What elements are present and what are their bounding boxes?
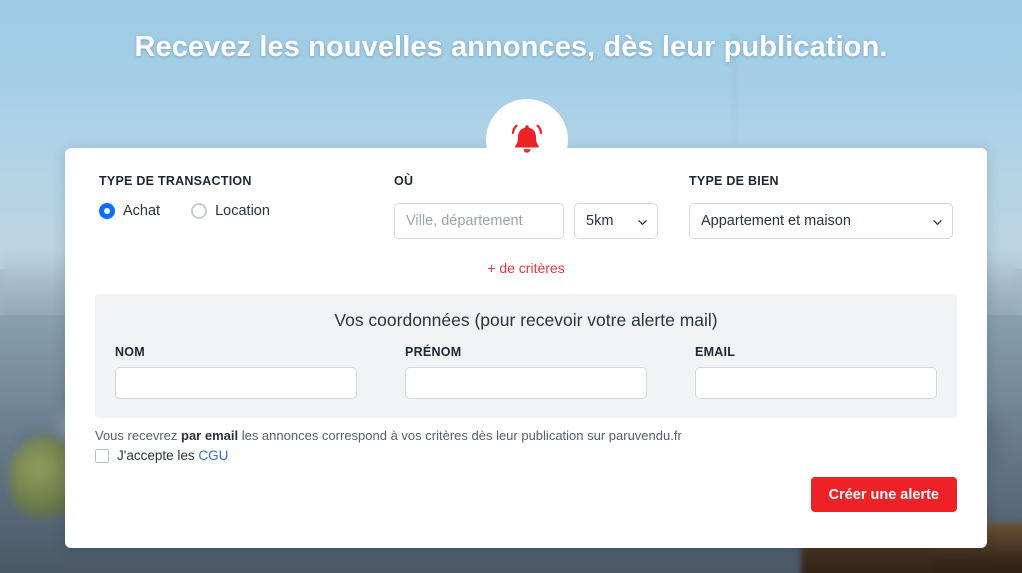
contact-field-email: EMAIL: [695, 345, 937, 399]
where-group: OÙ 5km: [394, 174, 689, 239]
property-type-label: TYPE DE BIEN: [689, 174, 779, 188]
legal-text: Vous recevrez par email les annonces cor…: [95, 428, 682, 443]
property-type-group: TYPE DE BIEN Appartement et maison: [689, 174, 953, 239]
transaction-type-label: TYPE DE TRANSACTION: [99, 174, 252, 188]
legal-bold: par email: [181, 428, 239, 443]
email-input[interactable]: [695, 367, 937, 399]
prenom-label: PRÉNOM: [405, 345, 462, 359]
legal-prefix: Vous recevrez: [95, 428, 181, 443]
criteria-row: TYPE DE TRANSACTION Achat Location OÙ 5k…: [99, 174, 953, 239]
radio-achat-icon[interactable]: [99, 203, 115, 219]
cgu-link[interactable]: CGU: [198, 448, 228, 463]
bell-icon: [505, 118, 549, 162]
radio-achat-label: Achat: [123, 203, 161, 219]
nom-label: NOM: [115, 345, 145, 359]
email-label: EMAIL: [695, 345, 736, 359]
transaction-radio-row: Achat Location: [99, 203, 394, 219]
alert-form-card: TYPE DE TRANSACTION Achat Location OÙ 5k…: [65, 148, 987, 548]
radio-location-icon[interactable]: [191, 203, 208, 219]
contact-panel: Vos coordonnées (pour recevoir votre ale…: [95, 294, 957, 418]
property-type-select-wrapper[interactable]: Appartement et maison: [689, 203, 953, 239]
contact-field-nom: NOM: [115, 345, 357, 399]
radius-select-wrapper[interactable]: 5km: [574, 203, 658, 239]
more-criteria-link[interactable]: + de critères: [65, 260, 987, 276]
radio-location-label: Location: [215, 203, 270, 219]
legal-suffix: les annonces correspond à vos critères d…: [238, 428, 682, 443]
chevron-down-icon: [638, 220, 647, 225]
radio-option-achat[interactable]: Achat: [99, 203, 160, 219]
radio-option-location[interactable]: Location: [191, 203, 270, 219]
accept-terms-row: J'accepte les CGU: [95, 448, 228, 463]
create-alert-button[interactable]: Créer une alerte: [810, 477, 957, 512]
property-type-select[interactable]: Appartement et maison: [689, 203, 953, 239]
accept-terms-text: J'accepte les CGU: [117, 448, 228, 463]
chevron-down-icon: [933, 220, 942, 225]
nom-input[interactable]: [115, 367, 357, 399]
accept-prefix: J'accepte les: [117, 448, 199, 463]
where-inputs: 5km: [394, 203, 689, 239]
contact-fields-row: NOM PRÉNOM EMAIL: [95, 331, 957, 399]
contact-field-prenom: PRÉNOM: [405, 345, 647, 399]
page-title: Recevez les nouvelles annonces, dès leur…: [134, 31, 888, 63]
radius-select[interactable]: 5km: [574, 203, 658, 239]
radius-select-value: 5km: [586, 213, 614, 229]
accept-terms-checkbox[interactable]: [95, 448, 109, 463]
prenom-input[interactable]: [405, 367, 647, 399]
property-type-value: Appartement et maison: [701, 213, 851, 229]
bell-badge: [486, 99, 568, 181]
transaction-type-group: TYPE DE TRANSACTION Achat Location: [99, 174, 394, 239]
city-input[interactable]: [394, 203, 564, 239]
contact-panel-title: Vos coordonnées (pour recevoir votre ale…: [334, 310, 718, 330]
